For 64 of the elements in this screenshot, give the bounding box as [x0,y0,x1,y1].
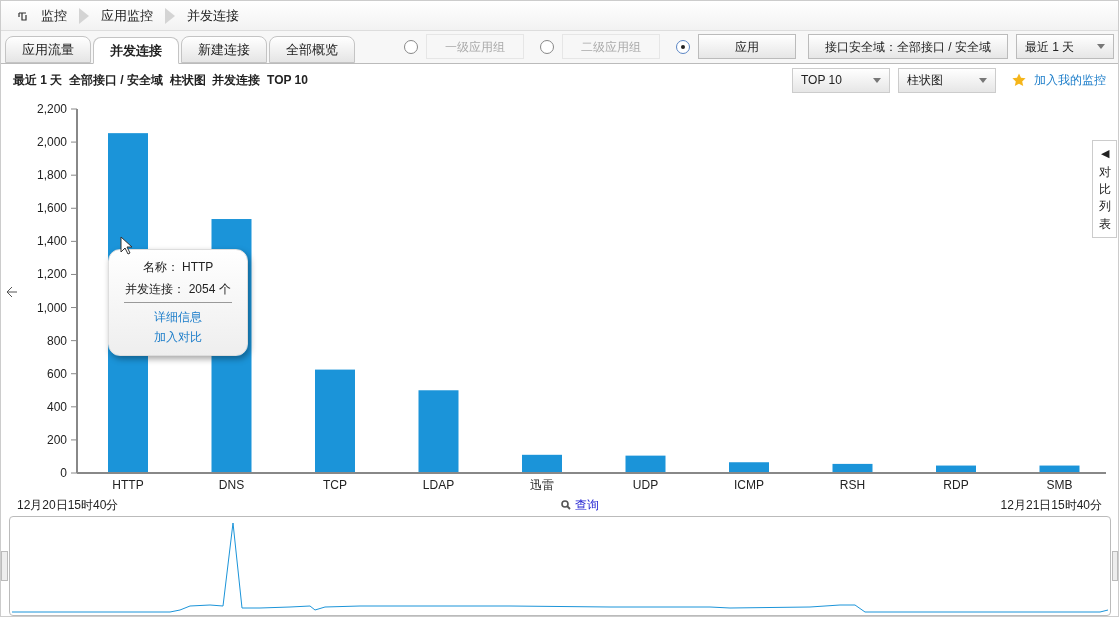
tab[interactable]: 新建连接 [181,36,267,63]
compare-arrow: ◀ [1100,146,1109,161]
tooltip-link[interactable]: 加入对比 [154,327,202,347]
y-tick-label: 2,000 [36,135,67,150]
x-category-label: LDAP [422,478,455,492]
interface-button[interactable]: 接口安全域：全部接口 / 安全域 [808,34,1008,59]
y-tick-label: 2,200 [36,102,67,116]
cursor-icon [120,236,134,256]
y-tick-label: 1,400 [36,234,67,249]
x-category-label: DNS [218,478,245,492]
x-category-label: UDP [632,478,659,492]
y-tick-label: 800 [46,333,67,348]
breadcrumb-link[interactable]: 监控 [41,5,67,26]
tab[interactable]: 应用流量 [5,36,91,63]
radio-button[interactable] [676,39,690,54]
chevron-icon [165,7,175,24]
bar[interactable] [625,455,666,473]
chevron-icon [79,7,89,24]
tooltip-name: 名称： HTTP [142,259,214,276]
bar[interactable] [832,463,873,473]
start-time: 12月20日15时40分 [17,497,119,514]
compare-label: 对比列表 [1098,163,1111,233]
query-link[interactable]: 查询 [560,496,599,514]
scroll-right-handle[interactable] [1111,551,1118,581]
breadcrumb-link[interactable]: 并发连接 [187,5,239,26]
x-category-label: SMB [1046,478,1073,492]
y-tick-label: 1,800 [36,168,67,183]
y-tick-label: 200 [46,432,67,447]
tooltip-value: 并发连接： 2054 个 [125,281,231,298]
search-icon [560,500,571,510]
caret-icon [979,77,987,83]
chart-type-select[interactable]: 柱状图 [898,67,996,93]
tab[interactable]: 并发连接 [93,37,179,64]
period-select[interactable]: 最近 1 天 [1016,34,1114,59]
y-tick-label: 400 [46,399,67,414]
caret-icon [1097,44,1105,49]
y-tick-label: 600 [46,366,67,381]
top-select[interactable]: TOP 10 [792,67,890,93]
bar[interactable] [729,462,769,473]
caret-icon [873,77,881,83]
x-category-label: RDP [943,478,969,492]
tooltip-link[interactable]: 详细信息 [154,307,202,327]
compare-list-tab[interactable]: ◀ 对比列表 [1092,140,1117,239]
breadcrumb-link[interactable]: 应用监控 [101,5,153,26]
y-tick-label: 1,000 [36,300,67,315]
x-category-label: TCP [323,478,347,492]
y-tick-label: 0 [60,466,67,480]
group-button[interactable]: 应用 [698,34,796,59]
x-category-label: HTTP [112,478,144,492]
end-time: 12月21日15时40分 [1000,497,1102,514]
y-tick-label: 1,600 [36,201,67,216]
y-tick-label: 1,200 [36,267,67,282]
add-monitor-link[interactable]: 加入我的监控 [1034,71,1106,89]
bar[interactable] [1039,465,1080,473]
star-icon [1012,73,1026,87]
x-category-label: RSH [839,478,866,492]
x-category-label: ICMP [734,478,764,492]
x-category-label: 迅雷 [530,478,554,492]
bar[interactable] [418,390,459,473]
bar[interactable] [936,465,976,473]
chart-summary: 最近 1 天 全部接口 / 安全域 柱状图 并发连接 TOP 10 [13,72,308,89]
tab[interactable]: 全部概览 [269,36,355,63]
left-arrow-icon[interactable] [6,286,18,298]
scroll-left-handle[interactable] [1,551,8,581]
